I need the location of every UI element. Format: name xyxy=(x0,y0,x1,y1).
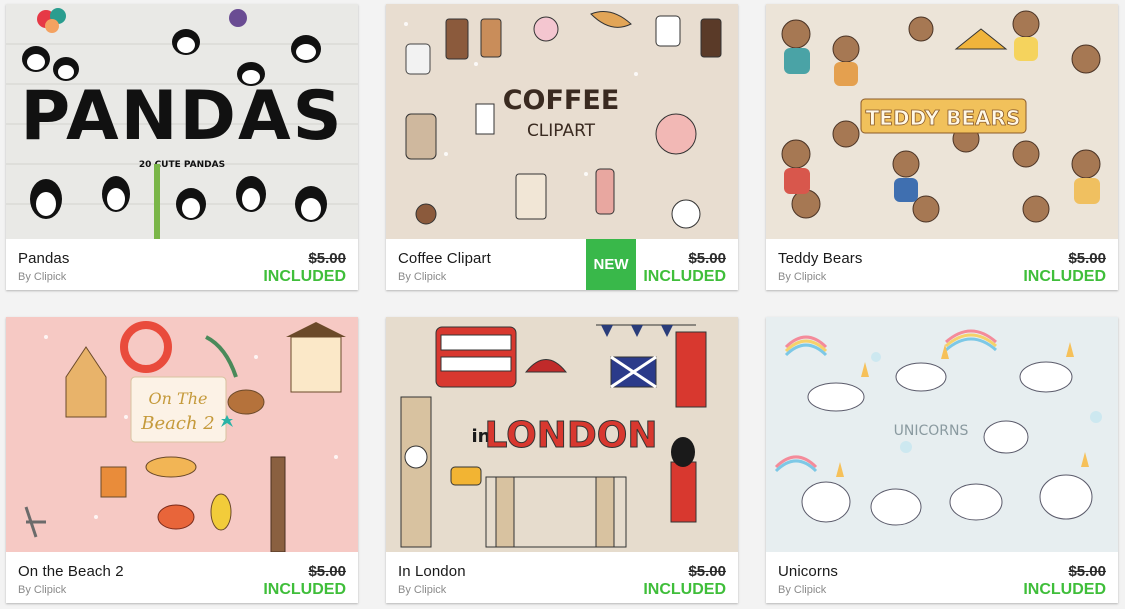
product-card-coffee-clipart[interactable]: COFFEE CLIPART Coffee Clipart By Clipick… xyxy=(386,4,738,290)
product-info: On the Beach 2 By Clipick $5.00 INCLUDED xyxy=(6,552,358,603)
art-subtitle: CLIPART xyxy=(527,121,596,141)
art-title: LONDON xyxy=(484,415,657,456)
product-byline: By Clipick xyxy=(398,584,447,596)
product-thumbnail[interactable]: PANDAS 20 CUTE PANDAS xyxy=(6,4,358,239)
original-price: $5.00 xyxy=(688,250,726,267)
art-subtitle: 20 CUTE PANDAS xyxy=(139,160,225,170)
product-card-in-london[interactable]: in LONDON In London By Clipick $5.00 INC… xyxy=(386,317,738,603)
original-price: $5.00 xyxy=(1068,563,1106,580)
product-card-on-the-beach-2[interactable]: On The Beach 2 On the Beach 2 By Clipick… xyxy=(6,317,358,603)
included-label: INCLUDED xyxy=(643,581,726,598)
art-title: On The xyxy=(149,389,208,408)
product-info: In London By Clipick $5.00 INCLUDED xyxy=(386,552,738,603)
product-byline: By Clipick xyxy=(778,584,827,596)
product-info: Teddy Bears By Clipick $5.00 INCLUDED xyxy=(766,239,1118,290)
product-byline: By Clipick xyxy=(778,271,827,283)
art-title: UNICORNS xyxy=(894,423,969,439)
original-price: $5.00 xyxy=(688,563,726,580)
product-info: Coffee Clipart By Clipick NEW $5.00 INCL… xyxy=(386,239,738,290)
product-byline: By Clipick xyxy=(18,271,67,283)
product-title[interactable]: Coffee Clipart xyxy=(398,250,491,267)
product-byline: By Clipick xyxy=(18,584,67,596)
product-title[interactable]: On the Beach 2 xyxy=(18,563,124,580)
included-label: INCLUDED xyxy=(1023,581,1106,598)
product-title[interactable]: In London xyxy=(398,563,466,580)
original-price: $5.00 xyxy=(308,250,346,267)
product-thumbnail[interactable]: On The Beach 2 xyxy=(6,317,358,552)
product-info: Unicorns By Clipick $5.00 INCLUDED xyxy=(766,552,1118,603)
art-title: TEDDY BEARS xyxy=(866,106,1021,130)
included-label: INCLUDED xyxy=(263,581,346,598)
product-title[interactable]: Teddy Bears xyxy=(778,250,862,267)
art-title: COFFEE xyxy=(503,85,620,116)
product-card-unicorns[interactable]: UNICORNS Unicorns By Clipick $5.00 INCLU… xyxy=(766,317,1118,603)
product-title[interactable]: Pandas xyxy=(18,250,69,267)
product-thumbnail[interactable]: COFFEE CLIPART xyxy=(386,4,738,239)
product-thumbnail[interactable]: UNICORNS xyxy=(766,317,1118,552)
product-card-teddy-bears[interactable]: TEDDY BEARS Teddy Bears By Clipick $5.00… xyxy=(766,4,1118,290)
included-label: INCLUDED xyxy=(263,268,346,285)
original-price: $5.00 xyxy=(1068,250,1106,267)
art-subtitle: Beach 2 xyxy=(140,413,214,434)
new-badge: NEW xyxy=(586,239,636,290)
product-info: Pandas By Clipick $5.00 INCLUDED xyxy=(6,239,358,290)
included-label: INCLUDED xyxy=(1023,268,1106,285)
product-thumbnail[interactable]: in LONDON xyxy=(386,317,738,552)
product-byline: By Clipick xyxy=(398,271,447,283)
original-price: $5.00 xyxy=(308,563,346,580)
product-card-pandas[interactable]: PANDAS 20 CUTE PANDAS Pandas By Clipick … xyxy=(6,4,358,290)
product-thumbnail[interactable]: TEDDY BEARS xyxy=(766,4,1118,239)
included-label: INCLUDED xyxy=(643,268,726,285)
product-grid: PANDAS 20 CUTE PANDAS Pandas By Clipick … xyxy=(0,0,1125,609)
product-title[interactable]: Unicorns xyxy=(778,563,838,580)
art-title: PANDAS xyxy=(20,77,343,156)
